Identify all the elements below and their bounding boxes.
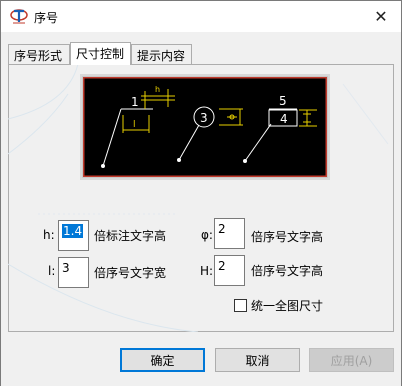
app-logo-icon	[10, 8, 28, 25]
H-multiplier-value: 2	[218, 259, 226, 273]
h-multiplier-value: 1.4	[62, 224, 84, 238]
unify-size-checkbox[interactable]	[234, 298, 247, 312]
preview-diagram: 1 h l 3 5 4	[83, 77, 327, 177]
phi-label: φ:	[201, 228, 213, 242]
phi-multiplier-input[interactable]: 2	[214, 218, 245, 249]
title-bar: 序号 ✕	[1, 1, 401, 32]
preview-label-3: 3	[200, 111, 208, 125]
tab-size-control[interactable]: 尺寸控制	[70, 42, 131, 65]
preview-label-5: 5	[279, 94, 287, 108]
h-desc: 倍标注文字高	[94, 229, 167, 243]
l-label: l:	[48, 264, 56, 278]
preview-panel: 1 h l 3 5 4	[80, 74, 330, 180]
tab-serial-form[interactable]: 序号形式	[8, 44, 70, 65]
preview-label-4: 4	[280, 112, 288, 126]
ok-button[interactable]: 确定	[120, 348, 205, 372]
unify-size-label: 统一全图尺寸	[251, 298, 324, 313]
preview-label-l: l	[133, 120, 136, 130]
dialog-window: 序号 ✕ 序号形式 尺寸控制 提示内容 1 h l 3 5 4 h: 1.4 倍…	[0, 0, 402, 386]
h-label: h:	[43, 228, 55, 242]
cancel-button[interactable]: 取消	[215, 348, 300, 372]
l-multiplier-value: 3	[62, 261, 70, 275]
apply-button[interactable]: 应用(A)	[309, 348, 394, 372]
h-multiplier-input[interactable]: 1.4	[58, 220, 89, 251]
preview-label-1: 1	[131, 95, 139, 109]
window-title: 序号	[34, 11, 59, 25]
l-desc: 倍序号文字宽	[94, 266, 167, 280]
phi-desc: 倍序号文字高	[251, 230, 324, 244]
l-multiplier-input[interactable]: 3	[58, 257, 89, 288]
H-desc: 倍序号文字高	[251, 264, 324, 278]
H-label: H:	[200, 264, 214, 278]
H-multiplier-input[interactable]: 2	[214, 255, 245, 286]
phi-multiplier-value: 2	[218, 222, 226, 236]
tab-hint-content[interactable]: 提示内容	[131, 44, 192, 65]
unify-size-checkbox-row[interactable]: 统一全图尺寸	[234, 298, 324, 313]
preview-label-h: h	[155, 85, 160, 94]
close-icon[interactable]: ✕	[369, 5, 393, 27]
